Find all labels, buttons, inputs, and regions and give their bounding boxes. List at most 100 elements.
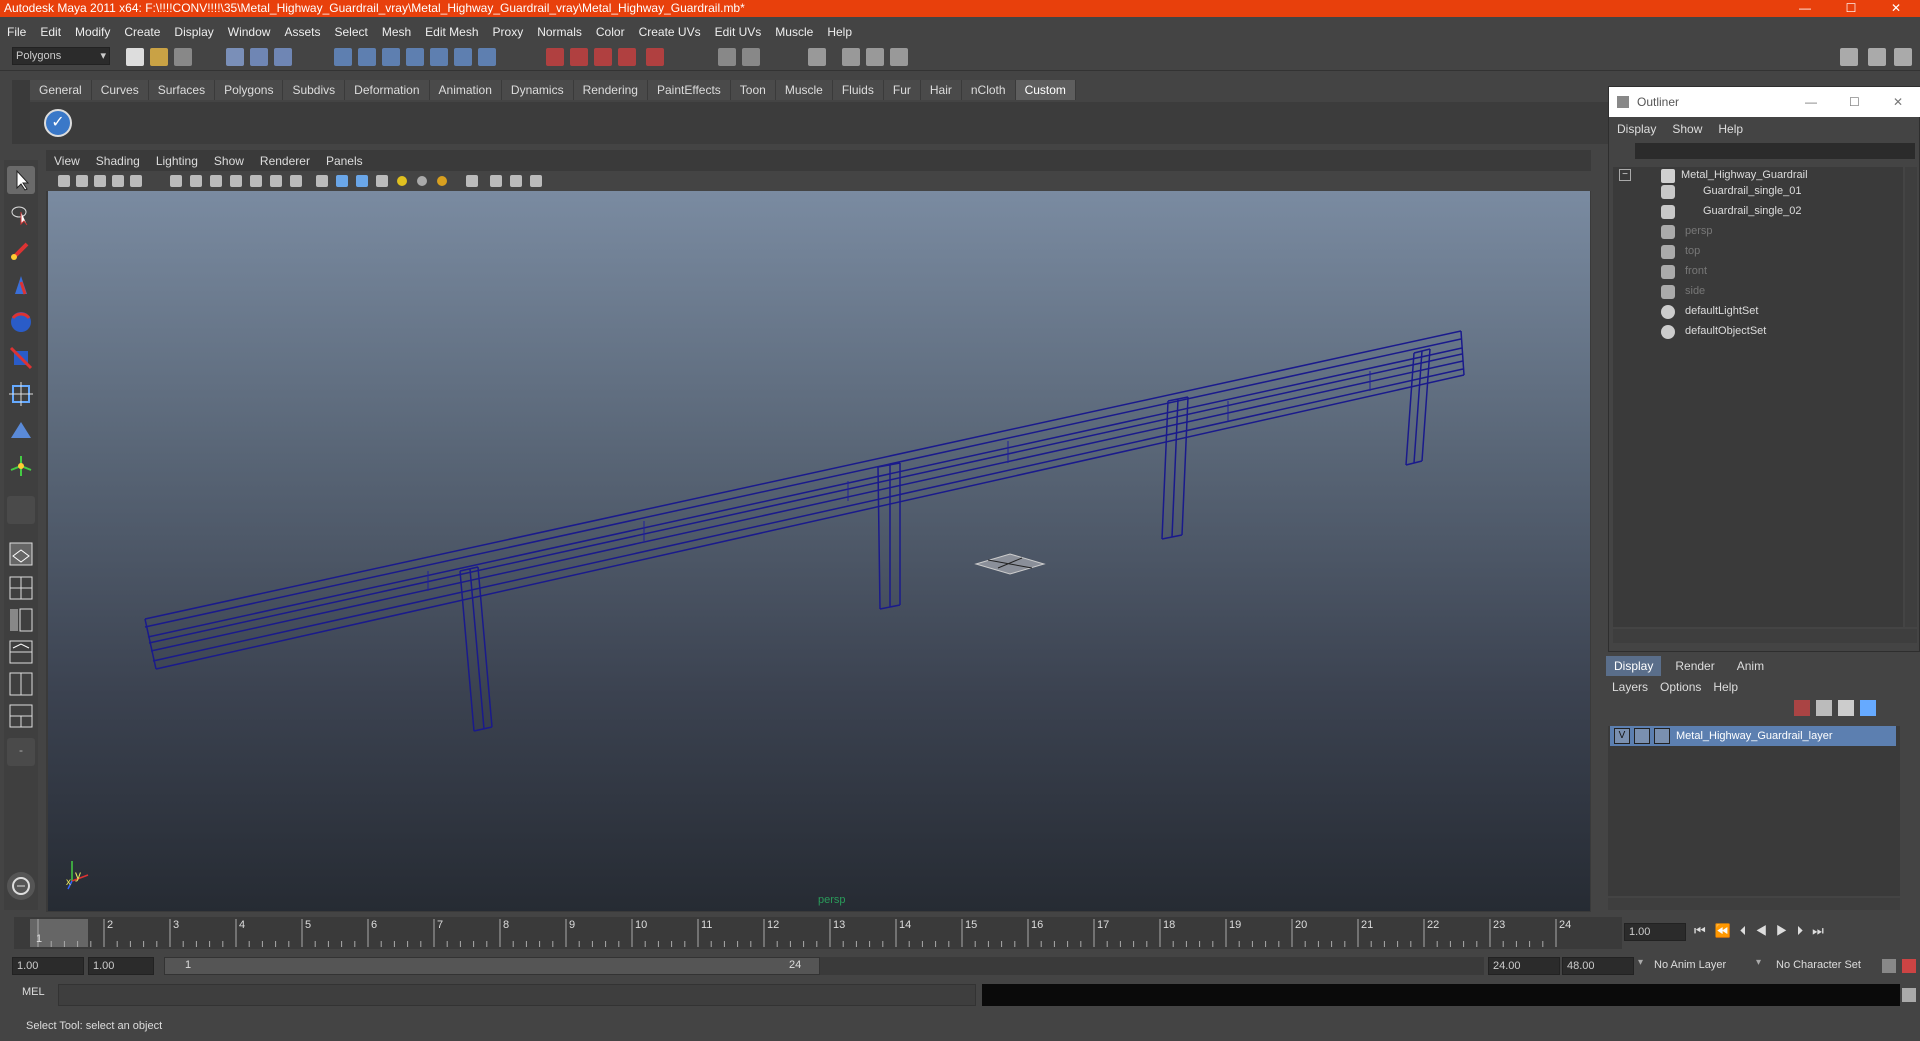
chevron-down-icon[interactable]: ▾ (1756, 957, 1770, 975)
mel-label[interactable]: MEL (22, 986, 45, 998)
channel-layer-icon[interactable] (1894, 48, 1912, 66)
close-icon[interactable]: ✕ (1876, 0, 1916, 17)
maximize-icon[interactable]: ☐ (1849, 87, 1860, 117)
new-scene-icon[interactable] (126, 48, 144, 66)
attribute-editor-icon[interactable] (842, 48, 860, 66)
safe-title-icon[interactable] (290, 175, 302, 187)
four-pane-layout-icon[interactable] (7, 574, 35, 602)
snap-curve-icon[interactable] (358, 48, 376, 66)
playback-end-field[interactable]: 24.00 (1488, 957, 1560, 975)
layer-horizontal-scrollbar[interactable] (1608, 898, 1900, 910)
list-item[interactable]: top (1685, 241, 1700, 261)
outliner-vertical-scrollbar[interactable] (1905, 167, 1917, 627)
layout-toggle-icon[interactable] (1840, 48, 1858, 66)
list-item[interactable]: Guardrail_single_01 (1703, 181, 1801, 201)
sidebar-toggle-icon[interactable] (808, 48, 826, 66)
maximize-icon[interactable]: ☐ (1831, 0, 1871, 17)
auto-key-icon[interactable] (1882, 959, 1896, 973)
custom-layout-icon[interactable] (7, 702, 35, 730)
tab-fur[interactable]: Fur (883, 80, 921, 100)
list-item[interactable]: front (1685, 261, 1707, 281)
tab-custom[interactable]: Custom (1015, 80, 1076, 100)
hypershade-icon[interactable] (646, 48, 664, 66)
grid-icon[interactable] (170, 175, 182, 187)
tab-ncloth[interactable]: nCloth (961, 80, 1016, 100)
tab-general[interactable]: General (30, 80, 92, 100)
vp-menu-shading[interactable]: Shading (88, 151, 148, 171)
menu-create[interactable]: Create (117, 20, 167, 44)
rename-icon[interactable] (742, 48, 760, 66)
anim-end-field[interactable]: 48.00 (1562, 957, 1634, 975)
select-tool-icon[interactable] (7, 166, 35, 194)
ol-menu-display[interactable]: Display (1609, 119, 1664, 139)
close-icon[interactable]: ✕ (1893, 87, 1903, 117)
outliner-layout-icon[interactable] (7, 606, 35, 634)
preferences-icon[interactable] (1902, 959, 1916, 973)
layer-visibility-toggle[interactable]: V (1614, 728, 1630, 744)
menu-color[interactable]: Color (589, 20, 632, 44)
range-slider[interactable]: 1 24 (164, 957, 820, 975)
playback-start-field[interactable]: 1.00 (88, 957, 154, 975)
scale-tool-icon[interactable] (7, 344, 35, 372)
tab-render[interactable]: Render (1661, 656, 1728, 676)
snap-grid-icon[interactable] (334, 48, 352, 66)
list-item[interactable]: Guardrail_single_02 (1703, 201, 1801, 221)
field-chart-icon[interactable] (250, 175, 262, 187)
vp-menu-view[interactable]: View (46, 151, 88, 171)
ol-menu-help[interactable]: Help (1710, 119, 1751, 139)
tab-anim[interactable]: Anim (1729, 656, 1772, 676)
film-gate-icon[interactable] (190, 175, 202, 187)
tab-toon[interactable]: Toon (730, 80, 776, 100)
select-hierarchy-icon[interactable] (226, 48, 244, 66)
ol-menu-show[interactable]: Show (1664, 119, 1710, 139)
menu-mesh[interactable]: Mesh (375, 20, 418, 44)
render-settings-icon[interactable] (618, 48, 636, 66)
layer-color-swatch[interactable] (1654, 728, 1670, 744)
list-item[interactable]: side (1685, 281, 1705, 301)
snapshot-icon[interactable] (7, 872, 35, 900)
menu-edit-uvs[interactable]: Edit UVs (708, 20, 769, 44)
menu-normals[interactable]: Normals (530, 20, 589, 44)
step-back-key-icon[interactable]: ⏪ (1715, 923, 1740, 938)
select-component-icon[interactable] (274, 48, 292, 66)
wire-on-shaded-icon[interactable] (356, 175, 368, 187)
textured-icon[interactable] (376, 175, 388, 187)
script-editor-icon[interactable] (1902, 988, 1916, 1002)
tab-subdivs[interactable]: Subdivs (283, 80, 346, 100)
command-input[interactable] (58, 984, 976, 1006)
menu-set-dropdown[interactable]: Polygons ▾ (12, 47, 110, 65)
snap-point-icon[interactable] (382, 48, 400, 66)
camera-select-icon[interactable] (58, 175, 70, 187)
list-item[interactable]: defaultLightSet (1685, 301, 1758, 321)
default-light-icon[interactable] (437, 176, 447, 186)
snap-plane-icon[interactable] (454, 48, 472, 66)
go-to-end-icon[interactable]: ⏭ (1812, 923, 1833, 938)
anim-layer-dropdown[interactable]: No Anim Layer (1650, 957, 1758, 975)
input-line-icon[interactable] (718, 48, 736, 66)
step-forward-icon[interactable]: ⏵ (1797, 923, 1813, 938)
open-scene-icon[interactable] (150, 48, 168, 66)
tab-curves[interactable]: Curves (91, 80, 149, 100)
bookmark-icon[interactable] (94, 175, 106, 187)
tab-animation[interactable]: Animation (429, 80, 502, 100)
layer-type-toggle[interactable] (1634, 728, 1650, 744)
layer-menu-layers[interactable]: Layers (1606, 677, 1654, 697)
perspective-viewport[interactable]: y x persp (48, 191, 1590, 911)
minimize-icon[interactable]: — (1805, 87, 1817, 117)
list-item[interactable]: persp (1685, 221, 1713, 241)
new-layer-icon[interactable] (1794, 700, 1810, 716)
vp-menu-lighting[interactable]: Lighting (148, 151, 206, 171)
checkmark-icon[interactable]: ✓ (44, 109, 72, 137)
save-scene-icon[interactable] (174, 48, 192, 66)
outliner-filter-input[interactable] (1635, 143, 1915, 159)
menu-help[interactable]: Help (820, 20, 859, 44)
history-icon[interactable] (546, 48, 564, 66)
current-frame-field[interactable]: 1.00 (1624, 923, 1686, 941)
paint-select-icon[interactable] (7, 236, 35, 264)
camera-attributes-icon[interactable] (76, 175, 88, 187)
wireframe-icon[interactable] (316, 175, 328, 187)
tab-polygons[interactable]: Polygons (215, 80, 284, 100)
layer-menu-help[interactable]: Help (1707, 677, 1744, 697)
move-up-icon[interactable] (1838, 700, 1854, 716)
menu-display[interactable]: Display (167, 20, 220, 44)
